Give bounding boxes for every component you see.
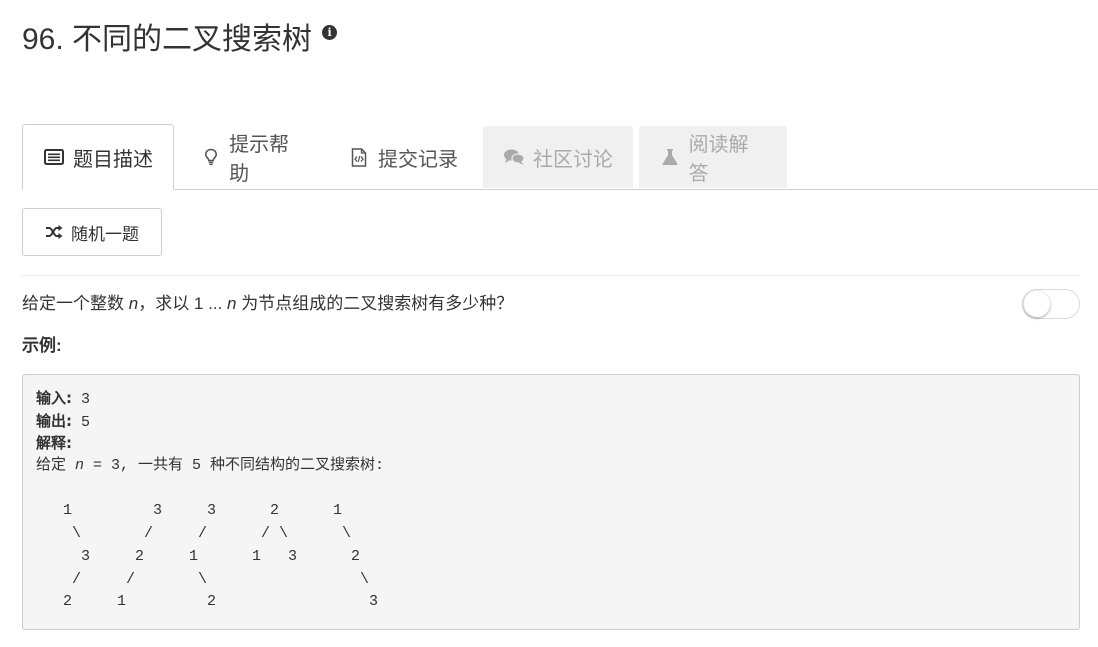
explain-var: n [75, 457, 85, 475]
explain-prefix: 给定 [36, 457, 76, 475]
example-output-line: 输出: 5 [36, 410, 1066, 433]
output-label: 输出: [36, 411, 72, 430]
tree-line [36, 478, 1066, 501]
tab-hints-label: 提示帮助 [229, 134, 290, 185]
tab-description[interactable]: 题目描述 [22, 124, 174, 190]
page-title: 96. 不同的二叉搜索树 [22, 23, 313, 56]
statement-text: ，求以 1 ... [138, 294, 227, 313]
example-heading: 示例: [22, 336, 62, 355]
code-file-icon [348, 146, 370, 168]
input-label: 输入: [36, 389, 72, 407]
tab-description-label: 题目描述 [73, 148, 153, 171]
info-circle-icon[interactable]: i [322, 25, 338, 40]
divider [22, 275, 1080, 276]
tree-line: / / \ \ [36, 570, 370, 588]
explain-rest: = 3, 一共有 5 种不同结构的二叉搜索树: [84, 457, 385, 475]
example-input-line: 输入: 3 [36, 387, 1066, 410]
random-problem-label: 随机一题 [71, 224, 139, 244]
tab-submissions-label: 提交记录 [378, 148, 458, 171]
tree-line: 2 1 2 3 [36, 593, 379, 611]
tab-solution[interactable]: 阅读解答 [639, 126, 787, 188]
tree-line: 1 3 3 2 1 [36, 502, 343, 520]
explain-label: 解释: [36, 434, 72, 453]
random-problem-button[interactable]: 随机一题 [22, 208, 162, 256]
list-alt-icon [43, 146, 65, 168]
example-code-block: 输入: 3 输出: 5 解释: 给定 n = 3, 一共有 5 种不同结构的二叉… [22, 374, 1080, 630]
tab-bar: 题目描述 提示帮助 提交记录 社区讨论 阅读解答 [22, 124, 1098, 190]
shuffle-icon [45, 225, 63, 239]
example-explain-text: 给定 n = 3, 一共有 5 种不同结构的二叉搜索树: [36, 455, 1066, 478]
lightbulb-icon [200, 146, 221, 168]
statement-var: n [128, 294, 139, 313]
toggle-knob [1024, 291, 1050, 317]
output-value: 5 [72, 413, 91, 431]
toggle-switch[interactable] [1022, 289, 1080, 319]
tree-line: \ / / / \ \ [36, 525, 352, 543]
tab-discuss[interactable]: 社区讨论 [483, 126, 633, 188]
tree-line: 3 2 1 1 3 2 [36, 547, 361, 565]
statement-text: 为节点组成的二叉搜索树有多少种？ [236, 294, 514, 313]
problem-statement: 给定一个整数 n，求以 1 ... n 为节点组成的二叉搜索树有多少种？ [22, 292, 513, 316]
tab-submissions[interactable]: 提交记录 [328, 126, 482, 188]
problem-page: 96. 不同的二叉搜索树 i 题目描述 提示帮助 提交记录 社区讨论 阅读解答 … [0, 0, 1098, 647]
tab-discuss-label: 社区讨论 [533, 148, 613, 171]
tab-hints[interactable]: 提示帮助 [180, 126, 326, 188]
comments-icon [503, 146, 525, 168]
statement-text: 给定一个整数 [22, 294, 129, 313]
tab-solution-label: 阅读解答 [688, 134, 749, 185]
example-explain-line: 解释: [36, 432, 1066, 455]
flask-icon [659, 146, 681, 168]
input-value: 3 [72, 391, 91, 408]
title-row: 96. 不同的二叉搜索树 i [22, 20, 338, 60]
